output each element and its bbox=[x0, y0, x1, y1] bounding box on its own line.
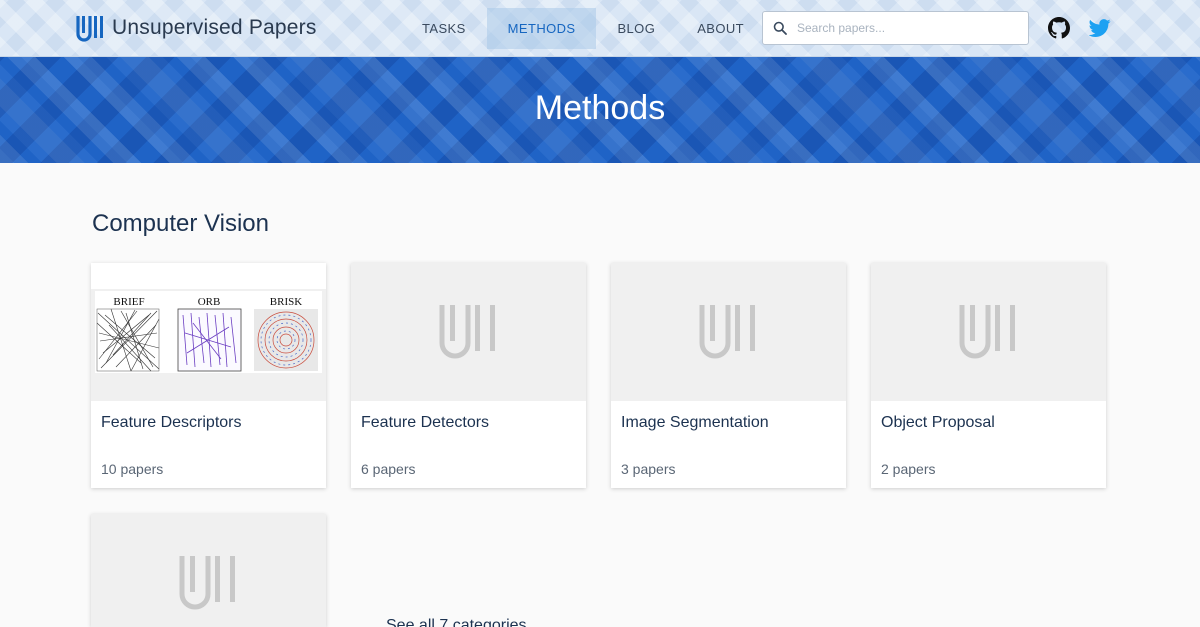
nav-item-tasks[interactable]: TASKS bbox=[401, 8, 487, 49]
brand[interactable]: Unsupervised Papers bbox=[76, 14, 317, 42]
descriptor-comparison-figure: BRIEF ORB BRISK bbox=[91, 263, 326, 401]
card-title: Image Segmentation bbox=[621, 414, 769, 431]
card-image bbox=[871, 263, 1106, 401]
unsupervised-papers-logo-icon bbox=[76, 16, 103, 42]
search-input[interactable] bbox=[797, 21, 1017, 35]
card-title: Feature Detectors bbox=[361, 414, 490, 431]
nav-item-blog[interactable]: BLOG bbox=[596, 8, 676, 49]
card-image bbox=[351, 263, 586, 401]
brand-name: Unsupervised Papers bbox=[112, 16, 317, 39]
twitter-icon[interactable] bbox=[1089, 17, 1111, 39]
card-image: BRIEF ORB BRISK bbox=[91, 263, 326, 401]
nav-item-about[interactable]: ABOUT bbox=[676, 8, 765, 49]
card-title: Object Proposal bbox=[881, 414, 995, 431]
see-all-categories-link[interactable]: See all 7 categories bbox=[386, 617, 527, 627]
card-image bbox=[91, 514, 326, 627]
method-card-feature-descriptors[interactable]: BRIEF ORB BRISK Feature Descriptors 10 p… bbox=[91, 263, 326, 488]
method-card-object-proposal[interactable]: Object Proposal 2 papers bbox=[871, 263, 1106, 488]
card-title: Feature Descriptors bbox=[101, 414, 242, 431]
card-image bbox=[611, 263, 846, 401]
main-nav: TASKS METHODS BLOG ABOUT bbox=[401, 8, 765, 49]
github-icon[interactable] bbox=[1048, 17, 1070, 39]
placeholder-logo-icon bbox=[439, 305, 495, 359]
page-title: Methods bbox=[534, 89, 666, 127]
section-title: Computer Vision bbox=[92, 210, 269, 237]
card-paper-count: 3 papers bbox=[621, 461, 676, 477]
figure-label-brisk: BRISK bbox=[270, 296, 302, 308]
top-navbar: Unsupervised Papers TASKS METHODS BLOG A… bbox=[0, 0, 1200, 57]
placeholder-logo-icon bbox=[959, 305, 1015, 359]
search-icon bbox=[773, 21, 787, 35]
nav-item-methods[interactable]: METHODS bbox=[486, 8, 597, 49]
search-box[interactable] bbox=[762, 11, 1029, 45]
hero-banner: Methods bbox=[0, 57, 1200, 163]
method-card-image-segmentation[interactable]: Image Segmentation 3 papers bbox=[611, 263, 846, 488]
method-card-fifth[interactable] bbox=[91, 514, 326, 627]
placeholder-logo-icon bbox=[699, 305, 755, 359]
method-card-feature-detectors[interactable]: Feature Detectors 6 papers bbox=[351, 263, 586, 488]
card-paper-count: 2 papers bbox=[881, 461, 936, 477]
card-paper-count: 10 papers bbox=[101, 461, 164, 477]
figure-label-orb: ORB bbox=[198, 296, 221, 308]
figure-label-brief: BRIEF bbox=[113, 296, 144, 308]
card-paper-count: 6 papers bbox=[361, 461, 416, 477]
placeholder-logo-icon bbox=[179, 556, 235, 610]
